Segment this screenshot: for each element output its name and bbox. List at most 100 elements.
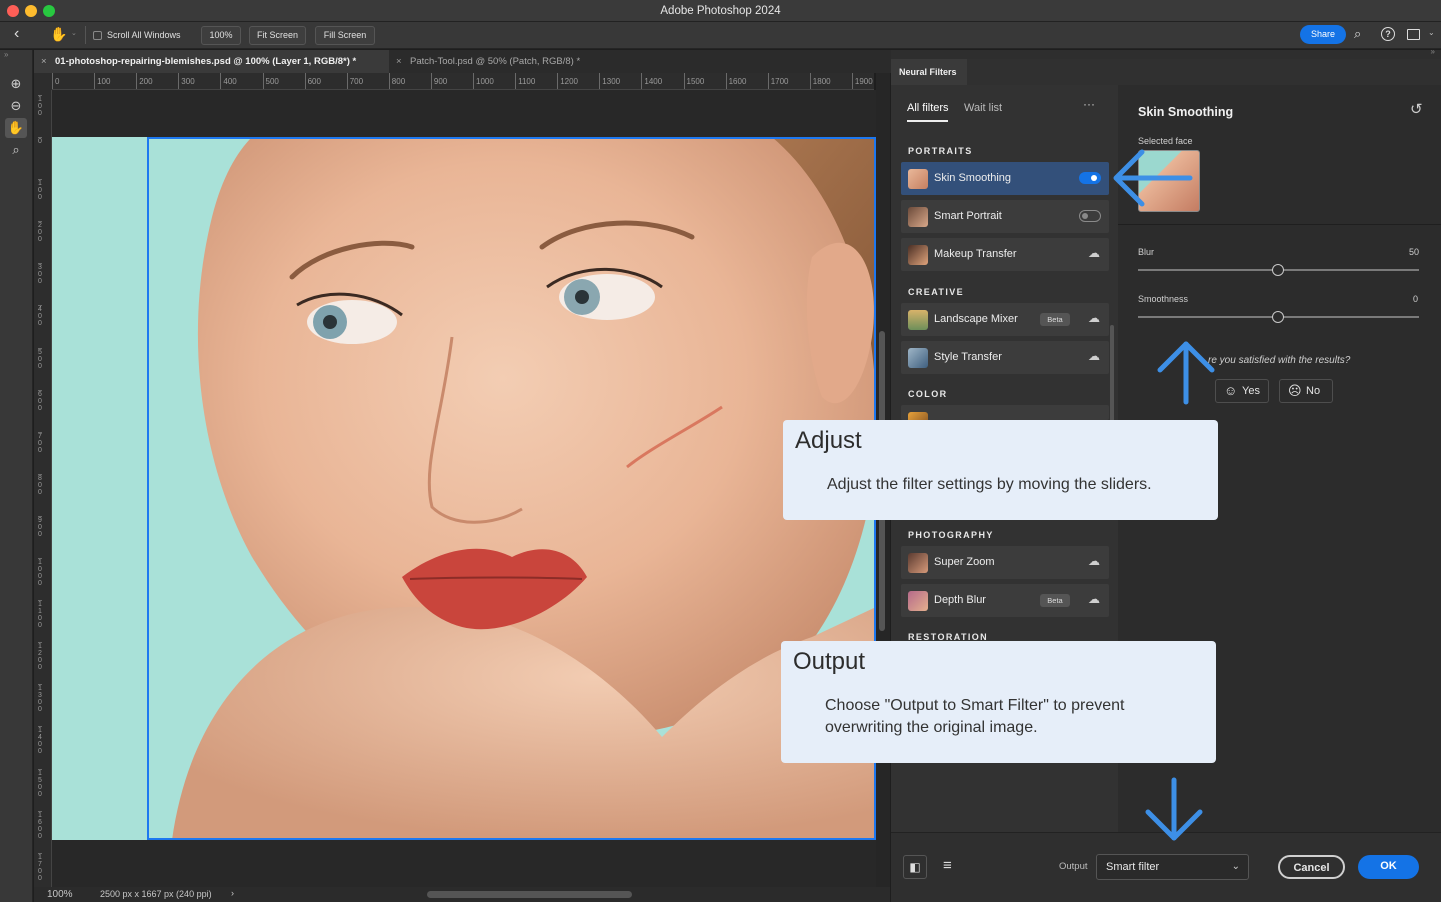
ruler-tick: 1 3 0 0: [38, 684, 42, 714]
callout-adjust-body: Adjust the filter settings by moving the…: [827, 476, 1152, 493]
filter-makeup-transfer[interactable]: Makeup Transfer ☁: [901, 238, 1109, 271]
ruler-tick: 800: [388, 73, 405, 89]
zoom-100-button[interactable]: 100%: [201, 26, 241, 45]
ruler-tick: 1 7 0 0: [38, 852, 42, 882]
ruler-tick: 1 0 0: [38, 95, 42, 117]
ruler-tick: 7 0 0: [38, 431, 42, 454]
ruler-tick: 1700: [767, 73, 788, 89]
filter-style-transfer[interactable]: Style Transfer ☁: [901, 341, 1109, 374]
smoothness-slider-handle[interactable]: [1272, 311, 1284, 323]
more-options-icon[interactable]: ···: [1083, 97, 1095, 111]
ok-button[interactable]: OK: [1358, 855, 1419, 879]
output-select[interactable]: Smart filter ⌄: [1096, 854, 1249, 880]
ruler-tick: 0: [38, 137, 42, 145]
collapse-panel-icon[interactable]: »: [1431, 47, 1435, 56]
filter-label: Super Zoom: [934, 556, 995, 568]
close-icon[interactable]: ×: [41, 50, 47, 73]
ruler-origin: [34, 73, 52, 90]
callout-output-title: Output: [793, 648, 866, 675]
smart-portrait-toggle[interactable]: [1079, 210, 1101, 222]
back-icon[interactable]: ‹: [14, 25, 19, 43]
section-creative: CREATIVE: [908, 287, 965, 297]
zoom-level[interactable]: 100%: [47, 889, 73, 900]
search-icon[interactable]: ⌕: [1354, 26, 1361, 42]
zoom-in-icon[interactable]: ⊕: [5, 74, 27, 94]
filter-smart-portrait[interactable]: Smart Portrait: [901, 200, 1109, 233]
expand-panel-icon[interactable]: »: [4, 50, 8, 59]
ruler-tick: 1 0 0: [38, 179, 42, 202]
cloud-download-icon[interactable]: ☁: [1088, 246, 1100, 260]
tab-neural-filters[interactable]: Neural Filters: [891, 59, 967, 85]
cancel-button[interactable]: Cancel: [1278, 855, 1345, 879]
close-icon[interactable]: ×: [396, 50, 402, 73]
title-bar: Adobe Photoshop 2024: [0, 0, 1441, 22]
app-title: Adobe Photoshop 2024: [660, 5, 781, 17]
zoom-out-icon[interactable]: ⊖: [5, 96, 27, 116]
ruler-tick: 5 0 0: [38, 347, 42, 370]
ruler-tick: 1400: [641, 73, 662, 89]
filter-depth-blur[interactable]: Depth Blur Beta ☁: [901, 584, 1109, 617]
filter-landscape-mixer[interactable]: Landscape Mixer Beta ☁: [901, 303, 1109, 336]
tab-wait-list[interactable]: Wait list: [964, 102, 1002, 114]
status-bar: 100% 2500 px x 1667 px (240 ppi) ›: [34, 887, 890, 902]
cloud-download-icon[interactable]: ☁: [1088, 554, 1100, 568]
scroll-all-windows-checkbox[interactable]: [93, 31, 102, 40]
share-button[interactable]: Share: [1300, 25, 1346, 44]
frown-icon: ☹: [1288, 383, 1302, 398]
filter-color-row-partial[interactable]: [901, 405, 1109, 420]
blur-label: Blur: [1138, 247, 1155, 257]
workspace-icon[interactable]: [1407, 29, 1420, 40]
filter-skin-smoothing[interactable]: Skin Smoothing: [901, 162, 1109, 195]
filter-super-zoom[interactable]: Super Zoom ☁: [901, 546, 1109, 579]
horizontal-scrollbar[interactable]: [427, 891, 632, 898]
skin-smoothing-toggle[interactable]: [1079, 172, 1101, 184]
filter-thumbnail: [908, 207, 928, 227]
ruler-tick: 1800: [809, 73, 831, 89]
filter-thumbnail: [908, 245, 928, 265]
filter-thumbnail: [908, 348, 928, 368]
tab-document-patch[interactable]: × Patch-Tool.psd @ 50% (Patch, RGB/8) *: [389, 50, 689, 73]
document-image[interactable]: [52, 137, 876, 840]
help-icon[interactable]: ?: [1381, 27, 1395, 41]
panel-tab-row: [967, 59, 1441, 85]
ruler-tick: 1100: [515, 73, 535, 89]
ruler-tick: 400: [220, 73, 237, 89]
no-label: No: [1306, 385, 1321, 397]
panel-header-strip: »: [891, 47, 1441, 59]
fill-screen-button[interactable]: Fill Screen: [315, 26, 375, 45]
ruler-tick: 1 0 0 0: [38, 558, 42, 587]
cloud-download-icon[interactable]: ☁: [1088, 592, 1100, 606]
yes-button[interactable]: ☺ Yes: [1215, 379, 1269, 403]
blur-slider-handle[interactable]: [1272, 264, 1284, 276]
ruler-tick: 1300: [599, 73, 620, 89]
cloud-download-icon[interactable]: ☁: [1088, 349, 1100, 363]
ruler-tick: 900: [430, 73, 447, 89]
ruler-tick: 1500: [683, 73, 704, 89]
cloud-download-icon[interactable]: ☁: [1088, 311, 1100, 325]
ruler-tick: 3 0 0: [38, 263, 42, 286]
no-button[interactable]: ☹ No: [1279, 379, 1333, 403]
divider: [1118, 224, 1441, 225]
callout-adjust: Adjust Adjust the filter settings by mov…: [783, 420, 1218, 520]
chevron-down-icon[interactable]: ⌄: [71, 29, 77, 37]
layers-preview-icon[interactable]: ≡: [943, 857, 952, 874]
callout-output: Output Choose "Output to Smart Filter" t…: [781, 641, 1216, 763]
ruler-tick: 1 6 0 0: [38, 810, 42, 840]
status-menu-arrow[interactable]: ›: [231, 888, 234, 898]
hand-tool-icon[interactable]: ✋: [5, 118, 27, 138]
compare-view-icon[interactable]: ◧: [903, 855, 927, 879]
tab-label: Patch-Tool.psd @ 50% (Patch, RGB/8) *: [410, 56, 581, 67]
list-scroll-thumb[interactable]: [1110, 325, 1114, 425]
fit-screen-button[interactable]: Fit Screen: [249, 26, 306, 45]
document-info: 2500 px x 1667 px (240 ppi): [100, 889, 212, 899]
magnifier-icon[interactable]: ⌕: [5, 140, 27, 160]
ruler-tick: 200: [136, 73, 153, 89]
tab-document-active[interactable]: × 01-photoshop-repairing-blemishes.psd @…: [34, 50, 389, 73]
chevron-down-icon[interactable]: ⌄: [1428, 28, 1435, 37]
tab-all-filters[interactable]: All filters: [907, 102, 949, 114]
hand-tool-icon[interactable]: ✋: [50, 26, 67, 43]
selected-face-thumbnail[interactable]: [1138, 150, 1200, 212]
ruler-tick: 1 1 0 0: [38, 600, 42, 630]
reset-icon[interactable]: ↺: [1410, 100, 1423, 118]
ruler-tick: 600: [304, 73, 321, 89]
